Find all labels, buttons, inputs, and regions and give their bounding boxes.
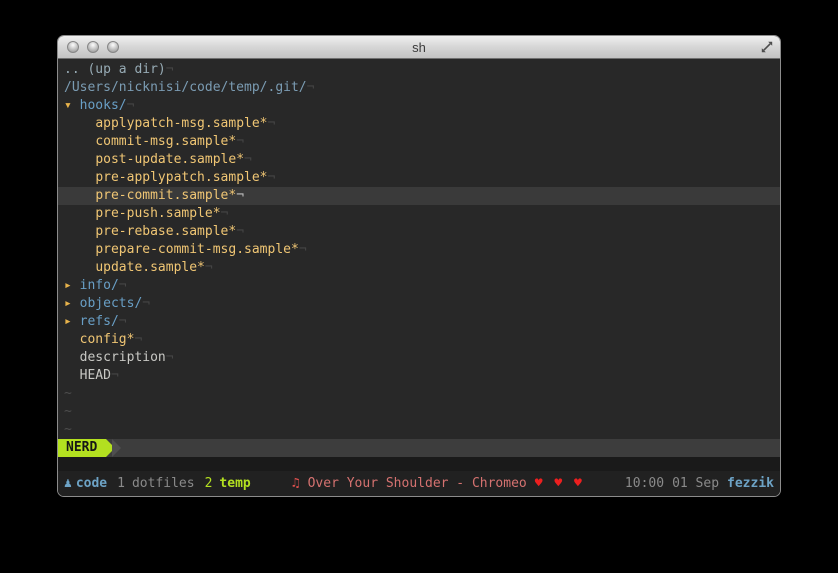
tmux-window-list: 1 dotfiles 2 temp	[107, 475, 251, 493]
eol-marker: ¬	[118, 278, 127, 293]
tree-row-label: objects/	[79, 296, 143, 311]
tree-row[interactable]: /Users/nicknisi/code/temp/.git/¬	[58, 79, 780, 97]
eol-marker: ¬	[165, 62, 174, 77]
hearts-icon: ♥ ♥ ♥	[534, 475, 584, 491]
tree-row[interactable]: ▸ objects/¬	[58, 295, 780, 313]
tmux-window-index: 1	[117, 475, 125, 491]
song-title: Over Your Shoulder - Chromeo	[307, 475, 527, 491]
tree-row[interactable]: pre-commit.sample*¬	[58, 187, 780, 205]
chevron-right-icon[interactable]: ▸	[64, 314, 80, 329]
eol-marker: ¬	[267, 170, 276, 185]
tree-row-label: info/	[79, 278, 119, 293]
tree-row-label: pre-rebase.sample*	[95, 224, 237, 239]
chevron-right-icon[interactable]: ▸	[64, 278, 80, 293]
eol-marker: ¬	[244, 152, 252, 167]
eol-marker: ¬	[204, 260, 213, 275]
tilde-marker: ~	[64, 386, 72, 401]
tree-row-label: pre-applypatch.sample*	[95, 170, 268, 185]
eol-marker: ¬	[134, 332, 143, 347]
eol-marker: ¬	[236, 134, 245, 149]
chevron-down-icon[interactable]: ▾	[64, 98, 80, 113]
date: 01 Sep	[672, 475, 720, 491]
tree-row[interactable]: pre-rebase.sample*¬	[58, 223, 780, 241]
resize-icon[interactable]	[760, 40, 774, 54]
eol-marker: ¬	[110, 368, 119, 383]
tmux-status-bar: ♟ code 1 dotfiles 2 temp ♫ Over Your Should…	[58, 471, 780, 496]
tree-row-label: pre-commit.sample*	[95, 188, 237, 203]
eol-marker: ¬	[220, 206, 229, 221]
tmux-window-index: 2	[204, 475, 213, 491]
eol-marker: ¬	[236, 224, 245, 239]
tree-row-label: HEAD	[79, 368, 111, 383]
tree-row[interactable]: config*¬	[58, 331, 780, 349]
empty-line: ~	[58, 385, 780, 403]
tree-row-label: post-update.sample*	[95, 152, 245, 167]
chevron-right-icon[interactable]: ▸	[64, 296, 80, 311]
tree-row[interactable]: update.sample*¬	[58, 259, 780, 277]
nerdtree-mode-badge: NERD	[58, 439, 107, 457]
music-note-icon: ♫	[291, 475, 300, 491]
tmux-window-name: temp	[219, 475, 251, 491]
tree-row[interactable]: prepare-commit-msg.sample*¬	[58, 241, 780, 259]
powerline-arrow-icon	[112, 439, 122, 457]
tree-row-label: pre-push.sample*	[95, 206, 221, 221]
tree-row[interactable]: ▸ refs/¬	[58, 313, 780, 331]
tilde-marker: ~	[64, 404, 72, 419]
tree-row[interactable]: HEAD¬	[58, 367, 780, 385]
tree-row-label: refs/	[79, 314, 119, 329]
vim-pane: .. (up a dir)¬/Users/nicknisi/code/temp/…	[58, 59, 780, 496]
vim-statusline: NERD	[58, 439, 780, 457]
tree-row-label: prepare-commit-msg.sample*	[95, 242, 299, 257]
eol-marker: ¬	[267, 116, 276, 131]
tree-row-label: config*	[79, 332, 135, 347]
tree-row[interactable]: pre-applypatch.sample*¬	[58, 169, 780, 187]
tree-row[interactable]: applypatch-msg.sample*¬	[58, 115, 780, 133]
tree-row-label: .. (up a dir)	[64, 62, 166, 77]
tilde-marker: ~	[64, 422, 72, 437]
tree-row[interactable]: description¬	[58, 349, 780, 367]
tree-row-label: commit-msg.sample*	[95, 134, 237, 149]
window-titlebar[interactable]: sh	[58, 36, 780, 59]
tree-row[interactable]: pre-push.sample*¬	[58, 205, 780, 223]
tree-row[interactable]: .. (up a dir)¬	[58, 61, 780, 79]
tree-row[interactable]: ▾ hooks/¬	[58, 97, 780, 115]
empty-line: ~	[58, 403, 780, 421]
empty-line: ~	[58, 421, 780, 439]
clock-host-info: 10:00 01 Sep fezzik	[625, 475, 774, 493]
eol-marker: ¬	[126, 98, 135, 113]
tree-row-label: applypatch-msg.sample*	[95, 116, 268, 131]
tmux-window-dotfiles[interactable]: 1 dotfiles	[117, 476, 194, 491]
tree-row-label: description	[79, 350, 166, 365]
eol-marker: ¬	[236, 188, 245, 203]
hostname: fezzik	[727, 475, 774, 491]
session-pawn-icon: ♟	[64, 475, 72, 491]
command-line-area	[58, 457, 780, 471]
tree-row[interactable]: post-update.sample*¬	[58, 151, 780, 169]
tmux-session-info: ♟ code 1 dotfiles 2 temp	[64, 475, 251, 493]
eol-marker: ¬	[118, 314, 127, 329]
tree-row-label: hooks/	[79, 98, 127, 113]
clock: 10:00	[624, 475, 665, 491]
session-name: code	[75, 475, 108, 491]
eol-marker: ¬	[142, 296, 151, 311]
now-playing: ♫ Over Your Shoulder - Chromeo ♥ ♥ ♥	[292, 475, 584, 493]
tree-row-label: update.sample*	[95, 260, 205, 275]
nerdtree-file-list: .. (up a dir)¬/Users/nicknisi/code/temp/…	[58, 59, 780, 439]
terminal-window: sh .. (up a dir)¬/Users/nicknisi/code/te…	[57, 35, 781, 497]
tmux-window-name: dotfiles	[131, 475, 195, 491]
tree-row[interactable]: ▸ info/¬	[58, 277, 780, 295]
tree-row[interactable]: commit-msg.sample*¬	[58, 133, 780, 151]
eol-marker: ¬	[165, 350, 174, 365]
window-title: sh	[412, 39, 426, 55]
eol-marker: ¬	[306, 80, 315, 95]
tree-row-label: /Users/nicknisi/code/temp/.git/	[64, 80, 307, 95]
eol-marker: ¬	[298, 242, 307, 257]
tmux-window-temp[interactable]: 2 temp	[205, 476, 251, 491]
